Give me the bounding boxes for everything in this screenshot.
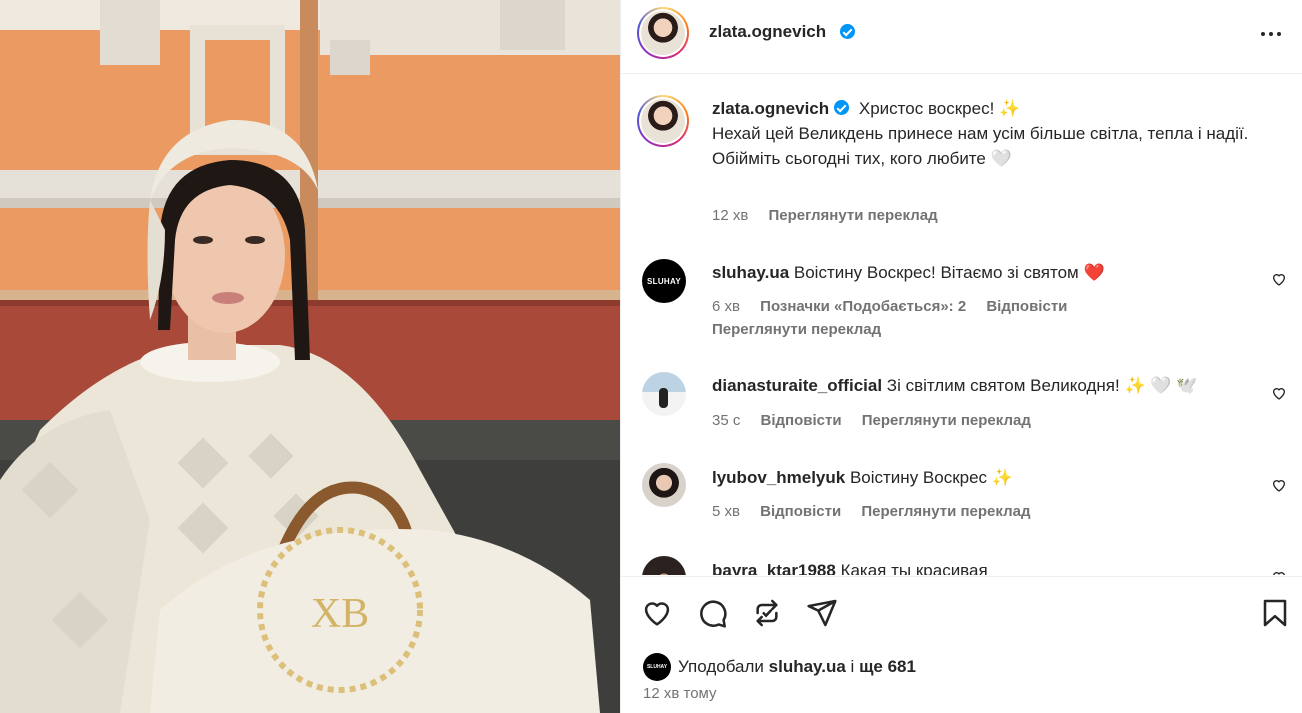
caption-line-1: Христос воскрес! ✨ <box>858 99 1021 118</box>
comment-likes[interactable]: Позначки «Подобається»: 2 <box>760 298 966 315</box>
translate-link[interactable]: Переглянути переклад <box>861 503 1030 520</box>
translate-link[interactable]: Переглянути переклад <box>712 321 881 338</box>
comment-time[interactable]: 6 хв <box>712 298 740 315</box>
comment-time[interactable]: 35 с <box>712 412 740 429</box>
caption-meta: 12 хв Переглянути переклад <box>712 207 954 224</box>
reply-button[interactable]: Відповісти <box>760 503 841 520</box>
commenter-username[interactable]: bayra_ktar1988 <box>712 561 836 575</box>
comment-body: Воістину Воскрес <box>849 468 988 487</box>
comment-meta-2: Переглянути переклад <box>712 321 897 338</box>
comment-emoji: ✨ 🤍 🕊️ <box>1124 376 1198 395</box>
comment-body: Зі світлим святом Великодня! <box>886 376 1120 395</box>
caption-translate-link[interactable]: Переглянути переклад <box>769 207 938 224</box>
heart-icon[interactable] <box>641 597 673 629</box>
liked-prefix: Уподобали <box>678 657 764 676</box>
commenter-username[interactable]: sluhay.ua <box>712 263 789 282</box>
comment-text: dianasturaite_official Зі світлим святом… <box>712 373 1272 398</box>
commenter-username[interactable]: lyubov_hmelyuk <box>712 468 845 487</box>
bookmark-icon[interactable] <box>1259 597 1291 629</box>
likes-summary: SLUHAY Уподобали sluhay.ua і ще 681 <box>643 653 916 681</box>
caption-time[interactable]: 12 хв <box>712 207 748 224</box>
commenter-avatar[interactable]: SLUHAY <box>642 259 686 303</box>
comment-text: lyubov_hmelyuk Воістину Воскрес ✨ <box>712 465 1272 490</box>
comment-meta: 6 хв Позначки «Подобається»: 2 Відповіст… <box>712 298 1083 315</box>
comment-text: sluhay.ua Воістину Воскрес! Вітаємо зі с… <box>712 260 1272 285</box>
photo-illustration: ХВ <box>0 0 620 713</box>
action-bar <box>641 597 1287 629</box>
commenter-avatar[interactable] <box>642 463 686 507</box>
caption-line-2: Нехай цей Великдень принесе нам усім біл… <box>712 124 1249 143</box>
caption-author-avatar[interactable] <box>637 95 689 147</box>
post-header: zlata.ognevich <box>621 0 1302 74</box>
comment-time[interactable]: 5 хв <box>712 503 740 520</box>
more-horizontal-icon[interactable] <box>1251 22 1291 46</box>
author-avatar[interactable] <box>637 7 689 59</box>
repost-icon[interactable] <box>751 597 783 629</box>
author-username[interactable]: zlata.ognevich <box>709 22 826 42</box>
comment-body: Воістину Воскрес! Вітаємо зі святом <box>793 263 1079 282</box>
post-footer: SLUHAY Уподобали sluhay.ua і ще 681 12 х… <box>621 576 1302 713</box>
comment-meta: 5 хв Відповісти Переглянути переклад <box>712 503 1046 520</box>
comment-like-heart-icon[interactable] <box>1271 569 1287 575</box>
caption-text: zlata.ognevich Христос воскрес! ✨ Нехай … <box>712 96 1272 171</box>
verified-badge-icon <box>840 24 855 39</box>
liked-user-link[interactable]: sluhay.ua <box>769 657 846 677</box>
comment-icon[interactable] <box>696 597 728 629</box>
commenter-avatar[interactable] <box>642 372 686 416</box>
towel-monogram: ХВ <box>311 591 369 637</box>
commenter-username[interactable]: dianasturaite_official <box>712 376 882 395</box>
caption-username[interactable]: zlata.ognevich <box>712 99 829 118</box>
commenter-avatar[interactable] <box>642 556 686 575</box>
comment-emoji: ✨ <box>991 468 1013 487</box>
post-time-ago[interactable]: 12 хв тому <box>643 685 717 702</box>
reply-button[interactable]: Відповісти <box>761 412 842 429</box>
post-detail-panel: zlata.ognevich zlata.ognevich Христос во… <box>620 0 1302 713</box>
caption-line-3: Обійміть сьогодні тих, кого любите 🤍 <box>712 149 1012 168</box>
post-photo[interactable]: ХВ <box>0 0 620 713</box>
comments-list[interactable]: zlata.ognevich Христос воскрес! ✨ Нехай … <box>621 75 1302 575</box>
comment-body: Какая ты красивая <box>840 561 988 575</box>
comment-like-heart-icon[interactable] <box>1271 385 1287 401</box>
comment-like-heart-icon[interactable] <box>1271 271 1287 287</box>
verified-badge-icon <box>834 100 850 115</box>
liker-avatar[interactable]: SLUHAY <box>643 653 671 681</box>
send-icon[interactable] <box>806 597 838 629</box>
comment-text: bayra_ktar1988 Какая ты красивая <box>712 558 1272 575</box>
translate-link[interactable]: Переглянути переклад <box>862 412 1031 429</box>
liked-mid: і <box>850 657 855 676</box>
comment-meta: 35 с Відповісти Переглянути переклад <box>712 412 1047 429</box>
liked-count-link[interactable]: ще 681 <box>859 657 916 677</box>
comment-like-heart-icon[interactable] <box>1271 477 1287 493</box>
comment-emoji: ❤️ <box>1083 263 1105 282</box>
reply-button[interactable]: Відповісти <box>986 298 1067 315</box>
